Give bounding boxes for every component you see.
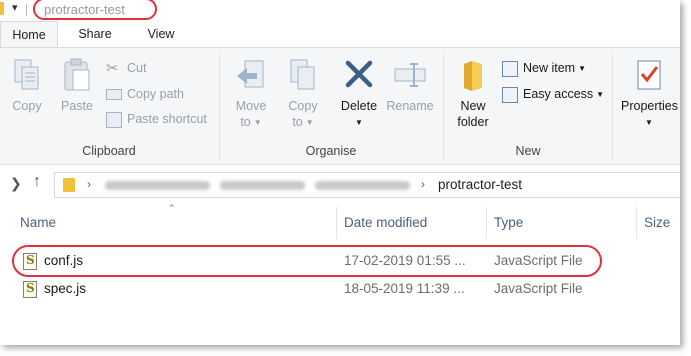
tab-view[interactable]: View	[132, 21, 190, 47]
new-item-icon	[502, 60, 518, 77]
rename-label: Rename	[386, 99, 434, 113]
column-divider[interactable]	[486, 207, 487, 239]
column-name[interactable]: Name	[20, 215, 56, 230]
file-name: spec.js	[44, 281, 87, 296]
move-to-label-1: Move	[235, 99, 267, 113]
group-divider	[612, 54, 613, 160]
paste-label: Paste	[61, 99, 93, 113]
address-input[interactable]: › › protractor-test	[54, 172, 680, 198]
copy-to-label-1: Copy	[288, 99, 318, 113]
new-folder-label-1: New	[460, 99, 486, 113]
chevron-right-icon[interactable]: ›	[421, 177, 425, 191]
clipboard-group-label: Clipboard	[82, 144, 136, 158]
folder-icon	[0, 2, 4, 15]
copy-to-icon	[290, 59, 315, 90]
chevron-down-icon: ▼	[645, 117, 653, 127]
up-arrow-icon[interactable]: ↑	[33, 173, 41, 191]
copy-path-icon	[106, 89, 122, 101]
move-to-icon	[237, 60, 264, 88]
breadcrumb-blurred-segment[interactable]	[315, 181, 410, 190]
copy-icon	[14, 59, 39, 90]
copy-path-button[interactable]: Copy path	[106, 84, 184, 104]
paste-button[interactable]: Paste	[56, 58, 98, 114]
file-row[interactable]: spec.js 18-05-2019 11:39 ... JavaScript …	[0, 279, 680, 301]
column-divider[interactable]	[336, 207, 337, 239]
paste-icon	[64, 58, 90, 91]
new-folder-icon	[464, 61, 482, 91]
rename-icon	[394, 63, 426, 87]
chevron-down-icon: ▼	[355, 117, 363, 127]
new-group-label: New	[515, 144, 541, 158]
column-type[interactable]: Type	[494, 215, 523, 230]
properties-label: Properties	[621, 99, 678, 113]
new-folder-button[interactable]: New folder	[452, 58, 494, 130]
title-bar: ▾ protractor-test	[0, 0, 680, 21]
js-file-icon	[23, 253, 37, 270]
title-divider	[26, 4, 27, 16]
file-date: 18-05-2019 11:39 ...	[344, 281, 465, 296]
chevron-down-icon: ▼	[596, 89, 605, 99]
copy-label: Copy	[12, 99, 42, 113]
window-title: protractor-test	[44, 2, 125, 17]
file-type: JavaScript File	[494, 281, 583, 296]
breadcrumb-blurred-segment[interactable]	[105, 181, 210, 190]
explorer-window: ▾ protractor-test Home Share View Copy P…	[0, 0, 680, 345]
tab-share[interactable]: Share	[66, 21, 124, 47]
paste-shortcut-button[interactable]: Paste shortcut	[106, 109, 207, 129]
chevron-down-icon: ▼	[253, 117, 262, 127]
easy-access-icon	[502, 86, 518, 103]
copy-to-label-2: to	[292, 115, 303, 129]
chevron-down-icon: ▼	[578, 63, 587, 73]
ribbon-tabs: Home Share View	[0, 21, 680, 47]
easy-access-button[interactable]: Easy access ▼	[502, 84, 604, 104]
new-item-button[interactable]: New item ▼	[502, 58, 586, 78]
new-item-label: New item	[523, 61, 576, 75]
breadcrumb-current[interactable]: protractor-test	[438, 177, 522, 192]
file-row[interactable]: conf.js 17-02-2019 01:55 ... JavaScript …	[0, 251, 680, 273]
new-folder-label-2: folder	[457, 115, 489, 129]
column-date-modified[interactable]: Date modified	[344, 215, 427, 230]
folder-icon	[63, 178, 75, 192]
paste-shortcut-label: Paste shortcut	[127, 112, 207, 126]
chevron-down-icon: ▼	[305, 117, 314, 127]
chevron-right-icon[interactable]: ›	[87, 177, 91, 191]
organise-group-label: Organise	[305, 144, 357, 158]
tab-home[interactable]: Home	[0, 21, 58, 47]
properties-icon	[637, 60, 661, 90]
column-size[interactable]: Size	[644, 215, 670, 230]
column-headers: ⌃ Name Date modified Type Size	[0, 203, 680, 239]
delete-x-icon	[345, 60, 373, 88]
cut-button[interactable]: ✂ Cut	[106, 58, 146, 78]
column-divider[interactable]	[636, 207, 637, 239]
file-type: JavaScript File	[494, 253, 583, 268]
cut-label: Cut	[127, 61, 147, 75]
rename-button[interactable]: Rename	[384, 58, 436, 114]
quick-access-dropdown-icon[interactable]: ▾	[12, 1, 18, 14]
delete-label: Delete	[340, 99, 378, 113]
properties-button[interactable]: Properties ▼	[621, 58, 680, 131]
breadcrumb-blurred-segment[interactable]	[220, 181, 305, 190]
file-date: 17-02-2019 01:55 ...	[344, 253, 466, 268]
address-bar: ❯ ↑ › › protractor-test	[0, 172, 680, 198]
js-file-icon	[23, 281, 37, 298]
sort-ascending-icon: ⌃	[168, 203, 176, 213]
move-to-button[interactable]: Move to ▼	[228, 58, 274, 131]
back-arrow-icon[interactable]: ❯	[10, 175, 22, 192]
copy-to-button[interactable]: Copy to ▼	[280, 58, 326, 131]
copy-button[interactable]: Copy	[6, 58, 48, 114]
copy-path-label: Copy path	[127, 87, 184, 101]
move-to-label-2: to	[240, 115, 251, 129]
ribbon: Copy Paste ✂ Cut Copy path Paste shortcut…	[0, 47, 680, 165]
delete-button[interactable]: Delete ▼	[334, 58, 384, 131]
scissors-icon: ✂	[106, 59, 119, 77]
paste-shortcut-icon	[106, 111, 122, 128]
easy-access-label: Easy access	[523, 87, 594, 101]
file-name: conf.js	[44, 253, 84, 268]
